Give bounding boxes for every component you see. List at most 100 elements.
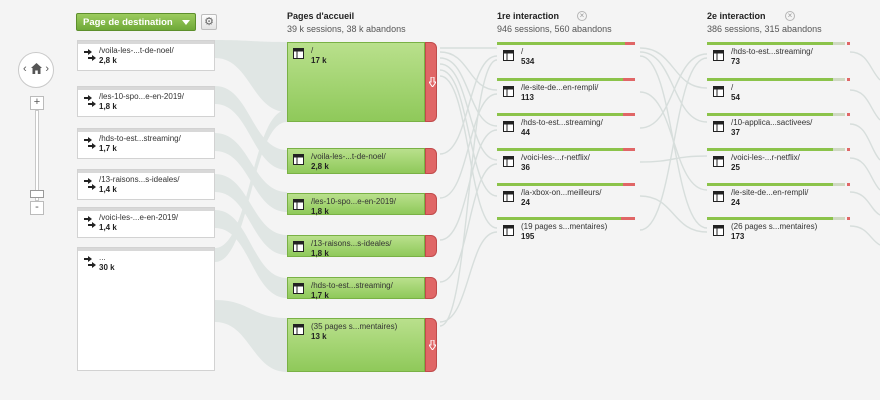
interaction1-node[interactable]: / 534: [497, 42, 640, 70]
entrance-arrow-icon: [84, 216, 96, 228]
flow-line: [849, 157, 880, 191]
interaction1-node[interactable]: /hds-to-est...streaming/ 44: [497, 113, 640, 141]
landing-node-label: /hds-to-est...streaming/: [311, 281, 393, 290]
node-bar: [497, 183, 635, 186]
source-node[interactable]: /13-raisons...s-ideales/ 1,4 k: [77, 169, 215, 200]
flow-line: [849, 191, 880, 216]
flow-line: [849, 123, 880, 161]
landing-node-value: 17 k: [311, 56, 327, 65]
interaction1-column-subtitle: 946 sessions, 560 abandons: [497, 24, 612, 34]
page-icon: [713, 225, 724, 236]
entrance-arrow-icon: [84, 49, 96, 61]
source-node-value: 1,4 k: [99, 223, 117, 232]
source-node[interactable]: ... 30 k: [77, 247, 215, 371]
source-node-value: 2,8 k: [99, 56, 117, 65]
landing-node-value: 2,8 k: [311, 162, 329, 171]
landing-node-label: /voila-les-...t-de-noel/: [311, 152, 386, 161]
flow-line: [849, 225, 880, 246]
interaction2-node-value: 73: [731, 57, 740, 66]
interaction1-node-label: /la-xbox-on...meilleurs/: [521, 188, 602, 197]
source-node-label: ...: [99, 253, 106, 262]
landing-node[interactable]: /les-10-spo...e-en-2019/ 1,8 k: [287, 193, 440, 216]
flow-line: [639, 57, 708, 231]
page-icon: [503, 86, 514, 97]
landing-node[interactable]: / 17 k: [287, 42, 440, 122]
zoom-out-button[interactable]: -: [30, 201, 44, 215]
interaction2-node[interactable]: /10-applica...sactivees/ 37: [707, 113, 850, 141]
pan-right-icon[interactable]: ›: [45, 63, 49, 75]
flow-line: [639, 155, 708, 163]
interaction2-node[interactable]: /hds-to-est...streaming/ 73: [707, 42, 850, 70]
landing-node-dropoff[interactable]: [425, 235, 437, 257]
dimension-dropdown[interactable]: Page de destination: [76, 13, 196, 31]
flow-line: [439, 51, 498, 91]
dimension-dropdown-label: Page de destination: [83, 17, 173, 28]
page-icon: [293, 283, 304, 294]
interaction1-node[interactable]: /voici-les-...r-netflix/ 36: [497, 148, 640, 176]
pan-control: ‹ ›: [18, 52, 54, 88]
node-bar: [707, 148, 850, 151]
landing-node-dropoff[interactable]: [425, 42, 437, 122]
zoom-slider-track[interactable]: [35, 110, 39, 201]
interaction2-node[interactable]: (26 pages s...mentaires) 173: [707, 217, 850, 245]
source-node-label: /les-10-spo...e-en-2019/: [99, 92, 184, 101]
source-node-value: 1,8 k: [99, 102, 117, 111]
zoom-in-button[interactable]: +: [30, 96, 44, 110]
landing-node[interactable]: /voila-les-...t-de-noel/ 2,8 k: [287, 148, 440, 174]
close-icon[interactable]: ×: [577, 11, 587, 21]
landing-column-title: Pages d'accueil: [287, 11, 355, 21]
source-node[interactable]: /les-10-spo...e-en-2019/ 1,8 k: [77, 86, 215, 117]
zoom-slider-handle[interactable]: [30, 190, 44, 198]
interaction2-node-value: 24: [731, 198, 740, 207]
node-bar: [78, 129, 214, 132]
flow-line: [439, 75, 498, 229]
interaction2-column-header: 2e interaction 386 sessions, 315 abandon…: [707, 11, 822, 34]
page-icon: [503, 156, 514, 167]
source-node[interactable]: /hds-to-est...streaming/ 1,7 k: [77, 128, 215, 159]
source-node[interactable]: /voici-les-...e-en-2019/ 1,4 k: [77, 207, 215, 238]
flow-band: [215, 133, 287, 212]
node-bar: [707, 42, 850, 45]
landing-node[interactable]: (35 pages s...mentaires) 13 k: [287, 318, 440, 372]
settings-button[interactable]: ⚙: [201, 14, 217, 30]
interaction2-column-title: 2e interaction: [707, 11, 766, 21]
node-bar: [497, 78, 635, 81]
landing-node-label: /les-10-spo...e-en-2019/: [311, 197, 396, 206]
source-node-label: /hds-to-est...streaming/: [99, 134, 181, 143]
interaction2-node-value: 37: [731, 128, 740, 137]
interaction1-node-label: /voici-les-...r-netflix/: [521, 153, 590, 162]
landing-node-dropoff[interactable]: [425, 193, 437, 215]
node-bar: [497, 148, 635, 151]
page-icon: [713, 50, 724, 61]
interaction2-node[interactable]: / 54: [707, 78, 850, 106]
flow-line: [439, 231, 498, 323]
close-icon[interactable]: ×: [785, 11, 795, 21]
landing-node-dropoff[interactable]: [425, 277, 437, 299]
landing-node[interactable]: /13-raisons...s-ideales/ 1,8 k: [287, 235, 440, 258]
interaction2-node-label: (26 pages s...mentaires): [731, 222, 818, 231]
interaction1-node[interactable]: /la-xbox-on...meilleurs/ 24: [497, 183, 640, 211]
interaction1-node[interactable]: /le-site-de...en-rempli/ 113: [497, 78, 640, 106]
landing-node-label: /: [311, 46, 314, 55]
landing-node[interactable]: /hds-to-est...streaming/ 1,7 k: [287, 277, 440, 300]
flow-line: [439, 59, 498, 327]
source-node[interactable]: /voila-les-...t-de-noel/ 2,8 k: [77, 40, 215, 71]
dropoff-arrow-icon: [429, 77, 436, 87]
interaction2-node[interactable]: /le-site-de...en-rempli/ 24: [707, 183, 850, 211]
interaction2-node-value: 25: [731, 163, 740, 172]
source-node-value: 1,7 k: [99, 144, 117, 153]
entrance-arrow-icon: [84, 137, 96, 149]
home-icon[interactable]: [30, 62, 43, 75]
source-node-value: 1,4 k: [99, 185, 117, 194]
interaction2-node[interactable]: /voici-les-...r-netflix/ 25: [707, 148, 850, 176]
landing-node-dropoff[interactable]: [425, 318, 437, 372]
interaction1-node-label: /hds-to-est...streaming/: [521, 118, 603, 127]
node-bar: [78, 208, 214, 211]
interaction1-node-value: 24: [521, 198, 530, 207]
page-icon: [713, 121, 724, 132]
pan-left-icon[interactable]: ‹: [23, 63, 27, 75]
interaction1-node[interactable]: (19 pages s...mentaires) 195: [497, 217, 640, 245]
landing-node-dropoff[interactable]: [425, 148, 437, 174]
interaction2-node-label: /hds-to-est...streaming/: [731, 47, 813, 56]
entrance-arrow-icon: [84, 178, 96, 190]
